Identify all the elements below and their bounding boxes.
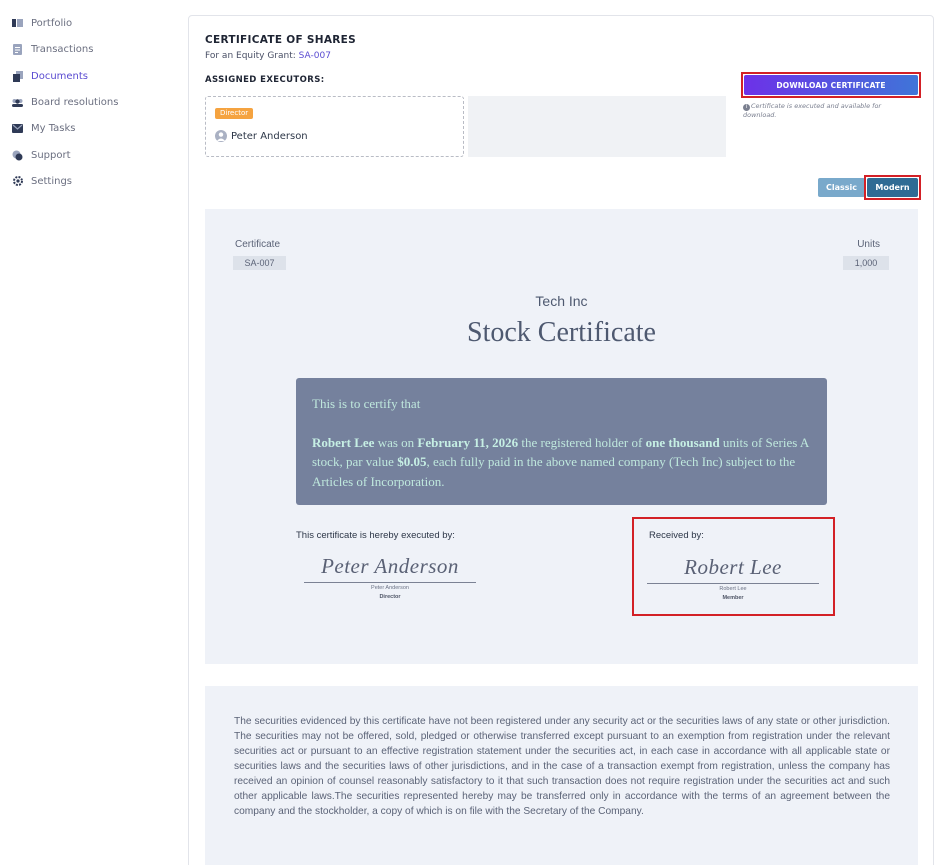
certify-intro: This is to certify that bbox=[312, 396, 421, 411]
statement-text: was on bbox=[374, 434, 418, 450]
units-label: Units bbox=[857, 239, 880, 250]
receiver-signature-block: Robert Lee Robert Lee Member bbox=[647, 555, 819, 601]
signature-line bbox=[304, 582, 476, 583]
executor-signature-block: Peter Anderson Peter Anderson Director bbox=[304, 554, 476, 600]
par-value: $0.05 bbox=[397, 454, 427, 469]
sidebar-item-board-resolutions[interactable]: Board resolutions bbox=[12, 92, 118, 112]
received-by-highlight: Received by: Robert Lee Robert Lee Membe… bbox=[632, 517, 835, 616]
securities-legend: The securities evidenced by this certifi… bbox=[205, 686, 918, 865]
certificate-id-value: SA-007 bbox=[233, 256, 286, 270]
executor-name: Peter Anderson bbox=[231, 130, 308, 142]
tasks-icon bbox=[12, 123, 23, 134]
receiver-printed-name: Robert Lee bbox=[719, 586, 747, 592]
sidebar-item-label: My Tasks bbox=[31, 122, 76, 134]
certify-text: Robert Lee was on February 11, 2026 the … bbox=[312, 433, 811, 492]
sidebar-item-documents[interactable]: Documents bbox=[12, 66, 88, 86]
grant-label: For an Equity Grant: bbox=[205, 51, 296, 61]
transactions-icon bbox=[12, 43, 23, 55]
executor-signature: Peter Anderson bbox=[321, 554, 459, 578]
certificate-title: Stock Certificate bbox=[467, 317, 656, 348]
download-highlight: DOWNLOAD CERTIFICATE bbox=[741, 72, 921, 98]
sidebar-item-portfolio[interactable]: Portfolio bbox=[12, 13, 72, 33]
receiver-signature: Robert Lee bbox=[684, 555, 782, 579]
company-name: Tech Inc bbox=[535, 293, 588, 309]
statement-text: the registered holder of bbox=[518, 434, 646, 450]
sidebar-item-label: Transactions bbox=[31, 43, 94, 55]
sidebar: Portfolio Transactions Documents Board r… bbox=[0, 0, 185, 865]
download-note: i Certificate is executed and available f… bbox=[743, 102, 903, 120]
sidebar-item-label: Board resolutions bbox=[31, 96, 119, 108]
role-badge: Director bbox=[215, 108, 254, 119]
sidebar-item-label: Settings bbox=[31, 175, 73, 187]
holding-date: February 11, 2026 bbox=[417, 434, 519, 450]
grant-link[interactable]: SA-007 bbox=[299, 51, 331, 61]
receiver-role: Member bbox=[722, 595, 744, 601]
sidebar-item-label: Support bbox=[31, 149, 71, 161]
executor-role: Director bbox=[379, 594, 401, 600]
download-certificate-button[interactable]: DOWNLOAD CERTIFICATE bbox=[744, 75, 918, 95]
documents-icon bbox=[12, 70, 23, 82]
sidebar-item-support[interactable]: Support bbox=[12, 145, 71, 165]
info-icon: i bbox=[743, 104, 750, 111]
certificate-preview: Certificate SA-007 Units 1,000 Tech Inc … bbox=[205, 209, 918, 664]
grant-subtitle: For an Equity Grant: SA-007 bbox=[205, 51, 331, 61]
download-note-text: Certificate is executed and available fo… bbox=[743, 102, 882, 119]
holder-name: Robert Lee bbox=[312, 434, 375, 450]
units-value: 1,000 bbox=[843, 256, 889, 270]
support-icon bbox=[12, 150, 23, 161]
board-resolutions-icon bbox=[12, 97, 23, 108]
certificate-statement: This is to certify that Robert Lee was o… bbox=[296, 378, 827, 505]
classic-view-button[interactable]: Classic bbox=[818, 178, 865, 197]
units-words: one thousand bbox=[645, 434, 720, 450]
gear-icon bbox=[12, 176, 23, 187]
signature-line bbox=[647, 583, 819, 584]
certificate-card: CERTIFICATE OF SHARES For an Equity Gran… bbox=[188, 15, 934, 865]
portfolio-icon bbox=[12, 18, 23, 29]
sidebar-item-my-tasks[interactable]: My Tasks bbox=[12, 118, 76, 138]
executed-by-caption: This certificate is hereby executed by: bbox=[296, 530, 455, 541]
executors-heading: ASSIGNED EXECUTORS: bbox=[205, 75, 325, 85]
executor-card: Director Peter Anderson bbox=[205, 96, 464, 157]
avatar bbox=[215, 130, 227, 142]
modern-highlight: Modern bbox=[864, 175, 921, 200]
empty-executor-slot bbox=[468, 96, 726, 157]
legend-text: The securities evidenced by this certifi… bbox=[234, 716, 890, 817]
sidebar-item-label: Portfolio bbox=[31, 17, 73, 29]
executor-person: Peter Anderson bbox=[215, 130, 308, 142]
modern-view-button[interactable]: Modern bbox=[867, 178, 918, 197]
sidebar-item-settings[interactable]: Settings bbox=[12, 171, 72, 191]
received-by-caption: Received by: bbox=[649, 530, 704, 541]
page-title: CERTIFICATE OF SHARES bbox=[205, 34, 356, 46]
sidebar-item-label: Documents bbox=[31, 70, 89, 82]
sidebar-item-transactions[interactable]: Transactions bbox=[12, 39, 93, 59]
certificate-id-label: Certificate bbox=[235, 239, 281, 250]
executor-printed-name: Peter Anderson bbox=[371, 585, 409, 591]
